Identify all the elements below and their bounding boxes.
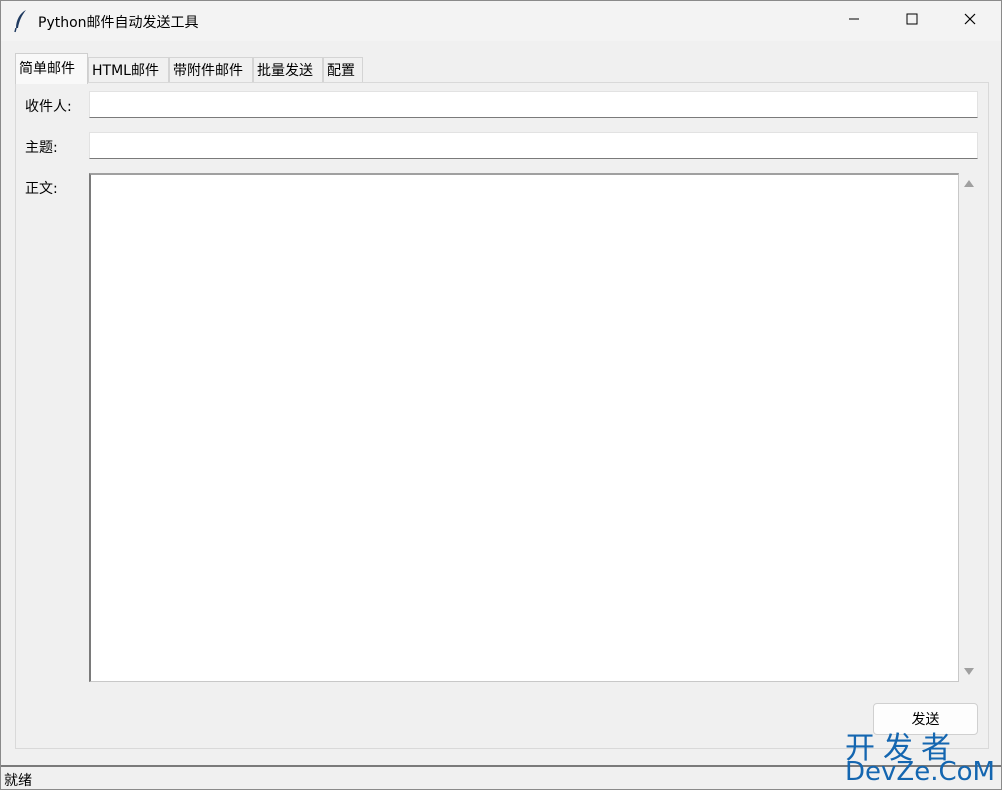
recipient-input[interactable] [89,91,978,118]
close-icon [964,13,976,29]
watermark-logo: 开发者 DevZe.CoM [845,723,997,787]
maximize-button[interactable] [883,1,941,41]
tab-attachment-mail[interactable]: 带附件邮件 [169,57,253,83]
body-label: 正文: [25,181,58,197]
subject-input[interactable] [89,132,978,159]
scroll-up-arrow-icon[interactable] [964,180,974,187]
watermark-line2: DevZe.CoM [845,757,995,787]
app-window: Python邮件自动发送工具 简单邮件 HTML邮件 带附件邮件 批量发送 配置… [0,0,1002,790]
body-textarea[interactable] [89,173,959,682]
maximize-icon [906,13,918,29]
feather-icon [13,9,29,33]
tab-config[interactable]: 配置 [323,57,363,83]
subject-label: 主题: [25,140,58,156]
status-text: 就绪 [4,773,32,789]
body-scrollbar[interactable] [959,173,979,682]
tab-batch-send[interactable]: 批量发送 [253,57,323,83]
scroll-down-arrow-icon[interactable] [964,668,974,675]
tab-html-mail[interactable]: HTML邮件 [88,57,169,83]
minimize-icon [848,13,860,29]
close-button[interactable] [941,1,999,41]
tab-simple-mail[interactable]: 简单邮件 [15,53,88,84]
minimize-button[interactable] [825,1,883,41]
window-title: Python邮件自动发送工具 [38,15,199,31]
title-bar[interactable]: Python邮件自动发送工具 [1,1,1001,41]
recipient-label: 收件人: [25,99,72,115]
